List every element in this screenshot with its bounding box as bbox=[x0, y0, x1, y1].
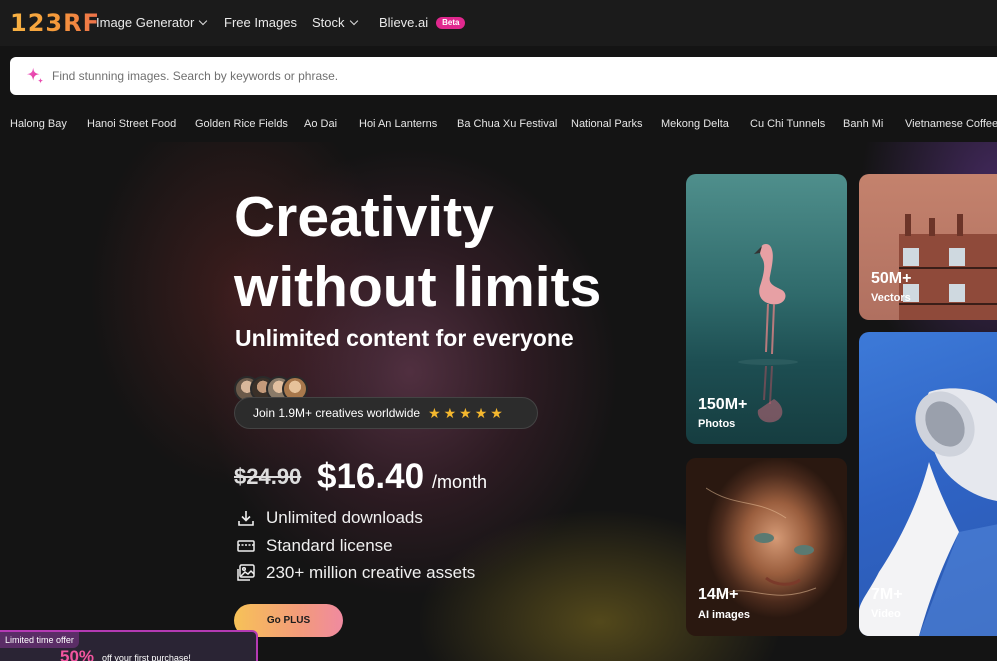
card-count: 14M+ bbox=[698, 586, 739, 603]
download-icon bbox=[238, 511, 254, 526]
old-price: $24.90 bbox=[234, 464, 302, 489]
nav-item-label: Image Generator bbox=[96, 15, 195, 30]
nav-blieve-ai[interactable]: Blieve.ai Beta bbox=[379, 15, 466, 30]
card-label: AI images bbox=[698, 609, 750, 621]
tag-link[interactable]: Cu Chi Tunnels bbox=[750, 118, 825, 130]
card-count: 150M+ bbox=[698, 396, 748, 413]
feature-label: Unlimited downloads bbox=[266, 508, 423, 527]
logo[interactable]: 123RF bbox=[10, 10, 100, 36]
video-card[interactable]: 7M+ Video bbox=[859, 332, 997, 636]
promo-banner[interactable]: Limited time offer 50% off your first pu… bbox=[0, 630, 258, 661]
nav-item-label: Stock bbox=[312, 15, 345, 30]
tag-strip: Halong Bay Hanoi Street Food Golden Rice… bbox=[0, 110, 997, 140]
tag-link[interactable]: Hoi An Lanterns bbox=[359, 118, 437, 130]
tag-link[interactable]: Hanoi Street Food bbox=[87, 118, 176, 130]
tag-link[interactable]: Ao Dai bbox=[304, 118, 337, 130]
new-price: $16.40 bbox=[317, 457, 425, 496]
card-count: 7M+ bbox=[871, 586, 903, 603]
card-label: Video bbox=[871, 608, 901, 620]
feature-item: Standard license bbox=[236, 536, 393, 556]
license-icon bbox=[237, 540, 255, 552]
vectors-card[interactable]: 50M+ Vectors bbox=[859, 174, 997, 320]
search-input[interactable] bbox=[52, 57, 952, 95]
feature-item: Unlimited downloads bbox=[236, 508, 423, 528]
tag-link[interactable]: National Parks bbox=[571, 118, 643, 130]
photos-card[interactable]: 150M+ Photos bbox=[686, 174, 847, 444]
tag-link[interactable]: Halong Bay bbox=[10, 118, 67, 130]
tag-link[interactable]: Banh Mi bbox=[843, 118, 883, 130]
promo-tag: Limited time offer bbox=[0, 632, 79, 648]
promo-percent: 50% bbox=[60, 647, 95, 661]
nav-item-label: Free Images bbox=[224, 15, 297, 30]
sparkle-icon bbox=[26, 67, 44, 84]
nav-item-label: Blieve.ai bbox=[379, 15, 429, 30]
search-bar[interactable] bbox=[10, 57, 997, 95]
nav-image-generator[interactable]: Image Generator bbox=[96, 15, 208, 30]
hero-subhead: Unlimited content for everyone bbox=[235, 325, 574, 351]
tag-link[interactable]: Mekong Delta bbox=[661, 118, 729, 130]
feature-item: 230+ million creative assets bbox=[236, 563, 475, 583]
ai-images-card[interactable]: 14M+ AI images bbox=[686, 458, 847, 636]
hero-headline: Creativity without limits bbox=[234, 182, 654, 322]
card-count: 50M+ bbox=[871, 270, 912, 287]
promo-text: off your first purchase! bbox=[102, 653, 191, 661]
feature-label: 230+ million creative assets bbox=[266, 563, 476, 582]
tag-link[interactable]: Ba Chua Xu Festival bbox=[457, 118, 557, 130]
top-nav: 123RF Image Generator Free Images Stock … bbox=[0, 0, 997, 46]
tag-link[interactable]: Golden Rice Fields bbox=[195, 118, 288, 130]
rating-stars: ★★★★★ bbox=[428, 404, 506, 421]
headline-line: without limits bbox=[234, 255, 602, 319]
feature-label: Standard license bbox=[266, 536, 393, 555]
nav-free-images[interactable]: Free Images bbox=[224, 15, 297, 30]
chevron-down-icon bbox=[349, 16, 358, 26]
beta-badge: Beta bbox=[436, 16, 466, 29]
tag-link[interactable]: Vietnamese Coffee bbox=[905, 118, 997, 130]
card-label: Vectors bbox=[871, 292, 911, 304]
card-label: Photos bbox=[698, 418, 736, 430]
headline-line: Creativity bbox=[234, 185, 494, 249]
price-period: /month bbox=[432, 472, 488, 492]
social-proof-pill: Join 1.9M+ creatives worldwide ★★★★★ bbox=[234, 397, 538, 429]
chevron-down-icon bbox=[199, 16, 208, 26]
hero-section: Creativity without limits Unlimited cont… bbox=[0, 142, 997, 661]
gallery-icon bbox=[237, 564, 255, 581]
nav-stock[interactable]: Stock bbox=[312, 15, 358, 30]
join-text: Join 1.9M+ creatives worldwide bbox=[253, 406, 421, 420]
